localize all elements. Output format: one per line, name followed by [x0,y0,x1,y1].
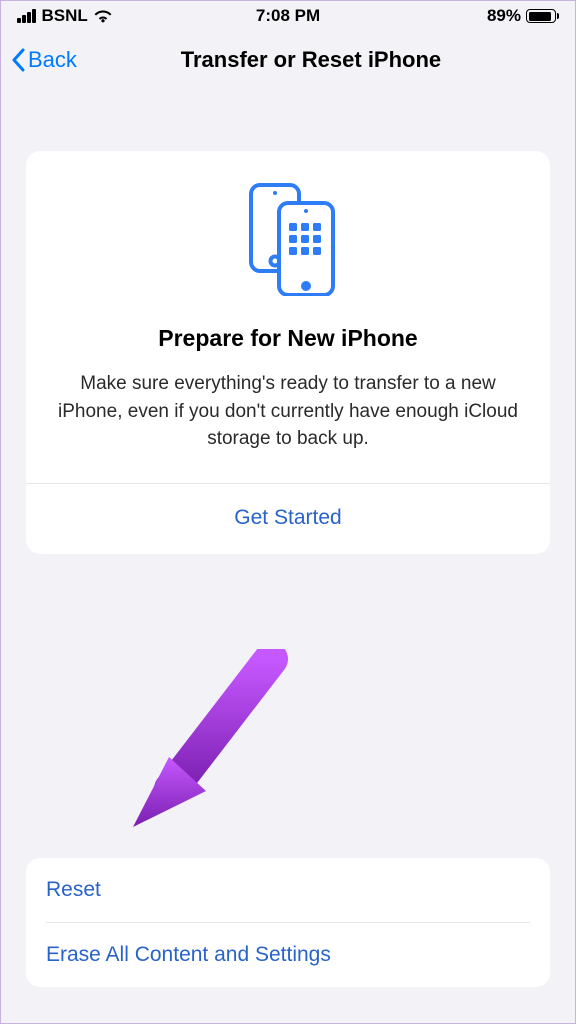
chevron-left-icon [11,48,25,72]
carrier-label: BSNL [42,6,88,26]
phones-icon [233,181,343,296]
navigation-bar: Back Transfer or Reset iPhone [1,31,575,91]
prepare-description: Make sure everything's ready to transfer… [44,370,532,483]
status-left: BSNL [17,6,112,26]
battery-icon [526,9,559,23]
reset-button[interactable]: Reset [26,858,550,922]
options-list: Reset Erase All Content and Settings [26,858,550,987]
wifi-icon [94,9,112,23]
annotation-arrow-icon [111,649,291,849]
status-bar: BSNL 7:08 PM 89% [1,1,575,31]
cellular-signal-icon [17,9,36,23]
back-button[interactable]: Back [11,47,77,73]
prepare-card: Prepare for New iPhone Make sure everyth… [26,151,550,554]
status-time: 7:08 PM [256,6,320,26]
back-label: Back [28,47,77,73]
get-started-button[interactable]: Get Started [44,484,532,554]
prepare-title: Prepare for New iPhone [44,325,532,352]
status-right: 89% [487,6,559,26]
erase-all-button[interactable]: Erase All Content and Settings [26,923,550,987]
battery-percent: 89% [487,6,521,26]
page-title: Transfer or Reset iPhone [181,47,441,73]
